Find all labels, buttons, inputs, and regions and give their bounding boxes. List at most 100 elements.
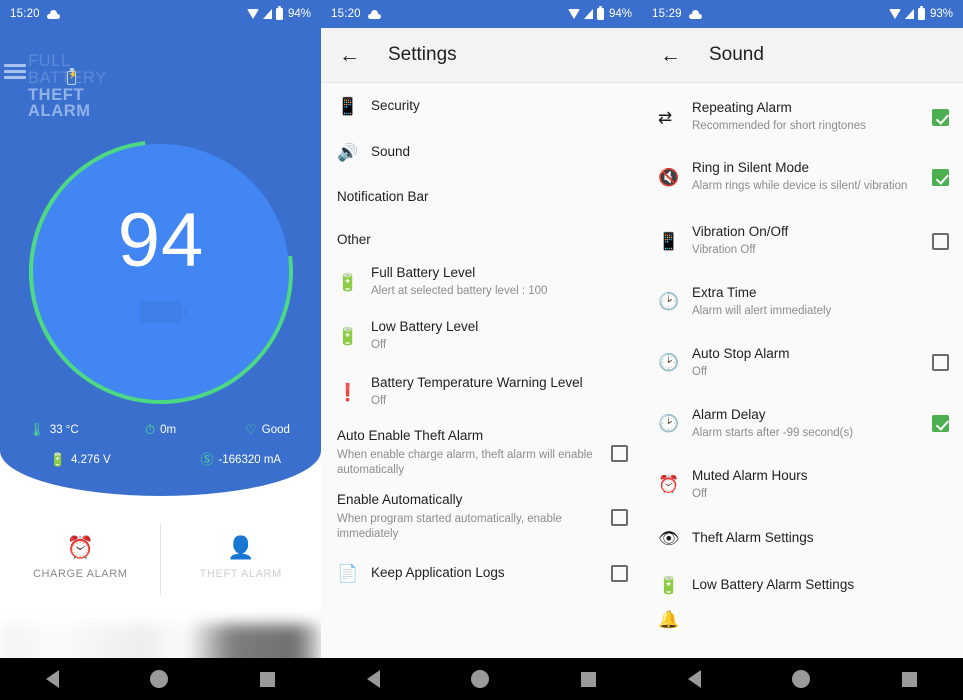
phone-lock-icon: 📱 [337,96,359,116]
section-other: Other [337,232,371,247]
nav-home-icon[interactable] [471,670,490,688]
page-title: Sound [709,44,764,65]
nav-segment [642,658,963,700]
settings-item-full-battery-level[interactable]: 🔋 Full Battery Level Alert at selected b… [321,255,642,309]
hamburger-menu-icon[interactable] [4,64,26,79]
checkbox-repeating-alarm[interactable] [932,108,949,126]
wifi-icon [888,9,901,19]
battery-alert-icon: 🔋 [658,576,680,595]
status-battery-percent: 94% [287,8,311,20]
stats-row-2: 🔋 4.276 V Ⓢ -166320 mA [0,453,321,466]
tab-charge-alarm[interactable]: ⏰ CHARGE ALARM [0,508,161,608]
sound-item-sublabel: Alarm rings while device is silent/ vibr… [692,180,908,193]
status-time: 15:29 [652,8,682,20]
app-logo: FULL BATTERY THEFT ALARM [28,53,107,120]
stat-current: Ⓢ -166320 mA [161,453,322,466]
repeat-icon: ⇄ [658,107,673,127]
person-shield-icon: 👤 [227,534,255,560]
sound-item-theft-alarm-settings[interactable]: 👁 Theft Alarm Settings [642,515,963,562]
settings-appbar: ← Settings [321,28,642,83]
settings-item-label: Sound [371,143,411,159]
status-bar: 15:20 94% [0,0,321,28]
checkbox-auto-enable-theft-alarm[interactable] [611,444,628,462]
nav-recents-icon[interactable] [902,671,918,687]
sound-item-partial-cutoff[interactable]: 🔔 [642,609,963,629]
settings-item-low-battery-level[interactable]: 🔋 Low Battery Level Off [321,309,642,363]
alarm-clock-bolt-icon: ⏰ [66,534,94,560]
sound-item-label: Vibration On/Off [692,224,789,240]
bell-icon: 🔔 [658,609,680,629]
sound-item-label: Repeating Alarm [692,100,792,116]
nav-home-icon[interactable] [792,670,811,688]
battery-icon [275,6,283,20]
checkbox-alarm-delay[interactable] [932,415,949,432]
nav-back-icon[interactable] [45,670,59,688]
back-arrow-icon[interactable]: ← [339,45,360,66]
sound-item-vibration-on-off[interactable]: 📱 Vibration On/Off Vibration Off [642,211,963,271]
stat-time-value: 0m [160,423,177,436]
settings-item-auto-enable-theft-alarm[interactable]: Auto Enable Theft Alarm When enable char… [321,421,642,485]
settings-item-battery-temp-warning[interactable]: ❗ Battery Temperature Warning Level Off [321,363,642,421]
settings-item-keep-application-logs[interactable]: 📄 Keep Application Logs [321,549,642,597]
checkbox-auto-stop-alarm[interactable] [932,354,949,371]
clock-icon: 🕑 [658,414,680,433]
nav-home-icon[interactable] [150,670,169,688]
nav-segment [321,658,642,700]
sound-item-muted-alarm-hours[interactable]: ⏰ Muted Alarm Hours Off [642,454,963,515]
stat-temperature: 🌡 33 °C [0,423,107,436]
signal-icon [904,9,914,19]
clock-icon: 🕑 [658,292,680,311]
sound-item-low-battery-alarm-settings[interactable]: 🔋 Low Battery Alarm Settings [642,562,963,609]
nav-recents-icon[interactable] [260,671,276,687]
tab-divider [160,523,161,595]
stat-health-value: Good [261,423,290,436]
tab-charge-alarm-label: CHARGE ALARM [32,567,128,580]
nav-recents-icon[interactable] [581,671,597,687]
battery-icon [67,68,79,85]
screen-sound: 15:29 93% ← Sound ⇄ Repeating Alarm Reco… [642,0,963,700]
warning-badge-icon: ❗ [337,382,359,402]
battery-bolt-icon: 🔋 [49,452,67,467]
logo-line-4: ALARM [28,102,91,121]
alarm-off-icon: ⏰ [658,475,680,494]
sound-item-extra-time[interactable]: 🕑 Extra Time Alarm will alert immediatel… [642,271,963,332]
settings-item-label: Low Battery Level [371,319,479,335]
sound-item-repeating-alarm[interactable]: ⇄ Repeating Alarm Recommended for short … [642,83,963,143]
checkbox-ring-in-silent-mode[interactable] [932,168,949,186]
page-title: Settings [388,44,457,65]
back-arrow-icon[interactable]: ← [660,45,681,66]
vibration-icon: 📱 [658,231,680,251]
heart-pulse-icon: ♡ [245,422,257,437]
ammeter-icon: Ⓢ [200,452,214,467]
sound-item-label: Auto Stop Alarm [692,345,790,361]
sound-appbar: ← Sound [642,28,963,83]
status-battery-percent: 93% [929,8,953,20]
checkbox-vibration-on-off[interactable] [932,232,949,250]
sound-item-label: Muted Alarm Hours [692,467,808,483]
battery-alert-icon: 🔋 [337,326,359,346]
settings-item-label: Enable Automatically [337,492,463,508]
stat-voltage-value: 4.276 V [71,453,111,466]
status-battery-percent: 94% [608,8,632,20]
signal-icon [262,9,272,19]
sound-item-alarm-delay[interactable]: 🕑 Alarm Delay Alarm starts after -99 sec… [642,393,963,454]
nav-back-icon[interactable] [366,670,380,688]
settings-item-security[interactable]: 📱 Security [321,83,642,129]
clock-icon: 🕑 [658,353,680,372]
sound-item-ring-in-silent-mode[interactable]: 🔇 Ring in Silent Mode Alarm rings while … [642,143,963,211]
tab-theft-alarm[interactable]: 👤 THEFT ALARM [161,508,322,608]
settings-item-enable-automatically[interactable]: Enable Automatically When program starte… [321,485,642,549]
nav-back-icon[interactable] [687,670,701,688]
sound-item-sublabel: Alarm will alert immediately [692,304,832,317]
wifi-icon [567,9,580,19]
sound-item-auto-stop-alarm[interactable]: 🕑 Auto Stop Alarm Off [642,332,963,393]
checkbox-keep-application-logs[interactable] [611,564,628,582]
settings-item-label: Auto Enable Theft Alarm [337,428,484,444]
sound-item-sublabel: Recommended for short ringtones [692,120,866,133]
settings-item-sublabel: Off [371,339,387,352]
settings-item-label: Security [371,97,420,113]
speaker-mute-icon: 🔇 [658,167,680,187]
settings-item-sound[interactable]: 🔊 Sound [321,129,642,175]
checkbox-enable-automatically[interactable] [611,508,628,526]
stat-voltage: 🔋 4.276 V [0,453,161,466]
